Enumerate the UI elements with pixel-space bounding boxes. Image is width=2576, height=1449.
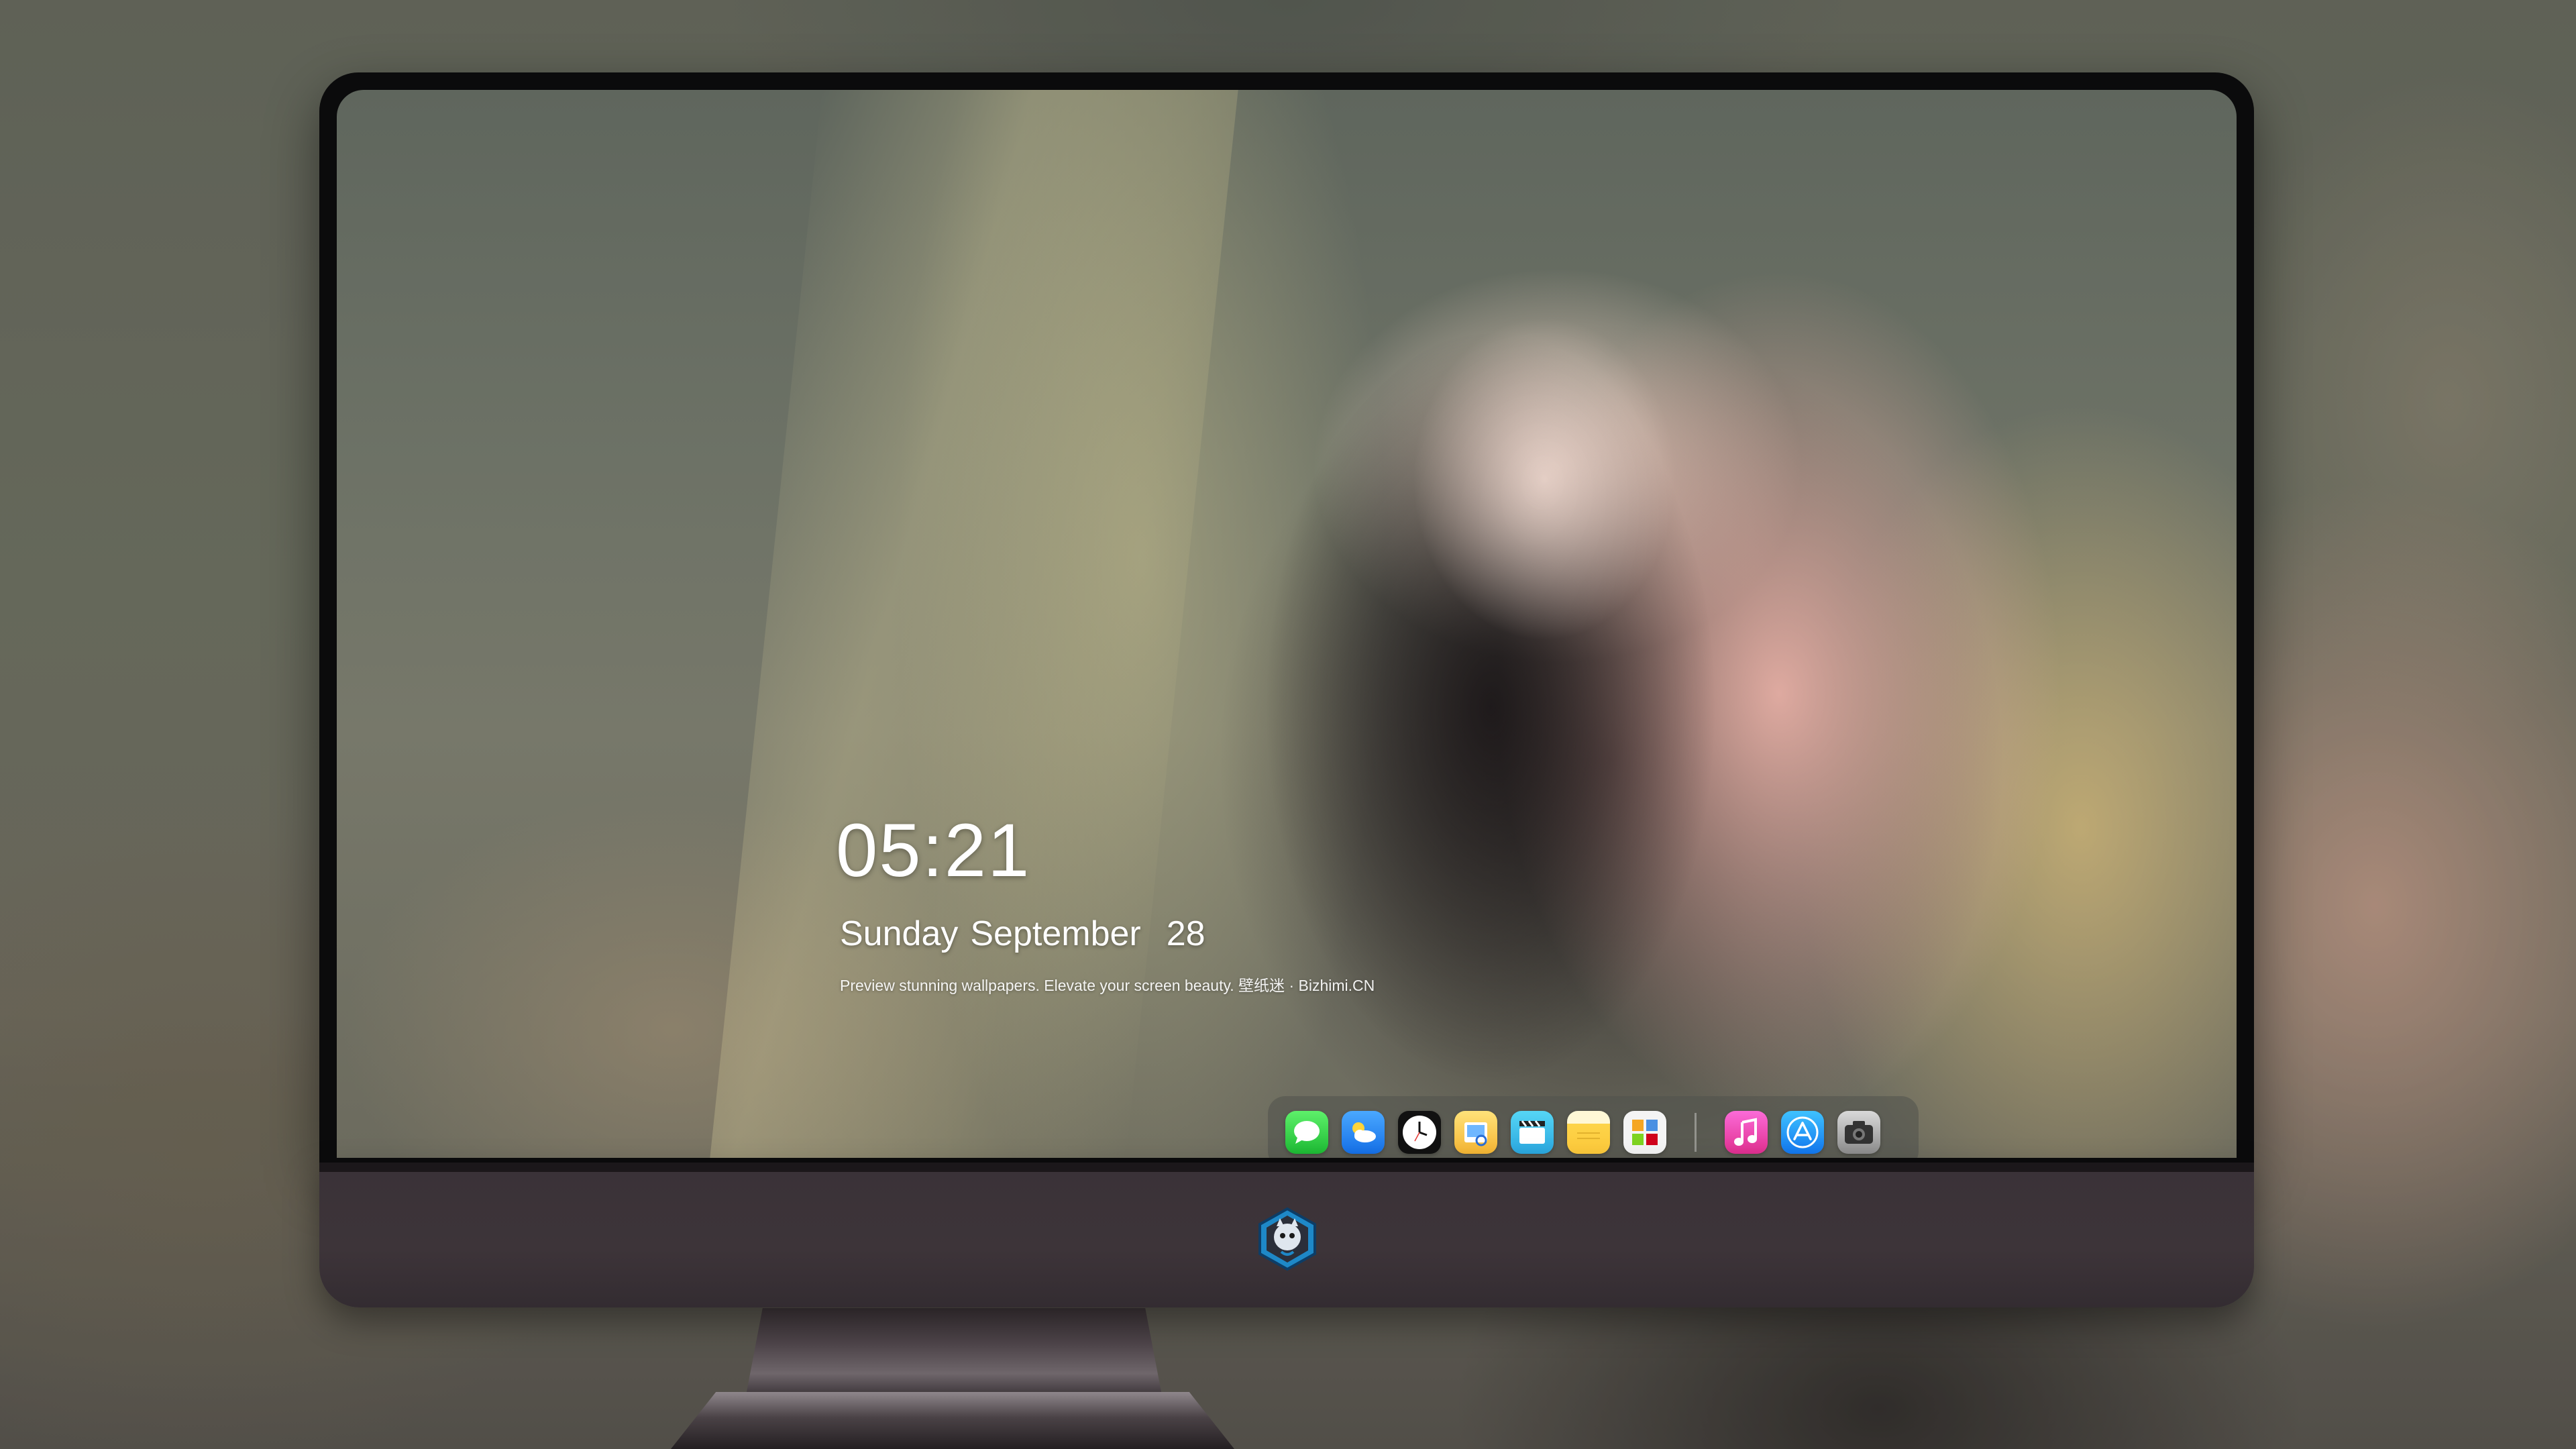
preview-icon[interactable] bbox=[1454, 1111, 1497, 1154]
dock bbox=[1268, 1096, 1919, 1158]
lock-date-day: 28 bbox=[1166, 914, 1205, 953]
lock-date-weekday: Sunday bbox=[840, 914, 959, 953]
notes-icon[interactable] bbox=[1567, 1111, 1610, 1154]
lock-date-month: September bbox=[970, 914, 1141, 953]
lock-tagline: Preview stunning wallpapers. Elevate you… bbox=[840, 977, 1375, 994]
monitor: 05:21 Sunday September 28 Preview stunni… bbox=[319, 72, 2254, 1308]
music-icon[interactable] bbox=[1725, 1111, 1768, 1154]
camera-icon[interactable] bbox=[1837, 1111, 1880, 1154]
monitor-bezel: 05:21 Sunday September 28 Preview stunni… bbox=[319, 72, 2254, 1163]
monitor-stand-base bbox=[671, 1392, 1234, 1449]
chin-divider bbox=[319, 1163, 2254, 1172]
screen: 05:21 Sunday September 28 Preview stunni… bbox=[337, 90, 2237, 1158]
wallpaper-figure bbox=[1249, 305, 1920, 1158]
dragon-mascot-logo bbox=[1254, 1206, 1320, 1272]
app-store-icon[interactable] bbox=[1781, 1111, 1824, 1154]
photos-icon[interactable] bbox=[1623, 1111, 1666, 1154]
clips-icon[interactable] bbox=[1511, 1111, 1554, 1154]
dock-separator bbox=[1695, 1113, 1697, 1152]
monitor-stand-neck bbox=[746, 1308, 1162, 1395]
messages-icon[interactable] bbox=[1285, 1111, 1328, 1154]
clock-icon[interactable] bbox=[1398, 1111, 1441, 1154]
weather-icon[interactable] bbox=[1342, 1111, 1385, 1154]
wallpaper-silk-veil bbox=[710, 90, 1238, 1158]
lock-date: Sunday September 28 bbox=[840, 914, 1205, 954]
lock-clock: 05:21 bbox=[836, 808, 1031, 892]
